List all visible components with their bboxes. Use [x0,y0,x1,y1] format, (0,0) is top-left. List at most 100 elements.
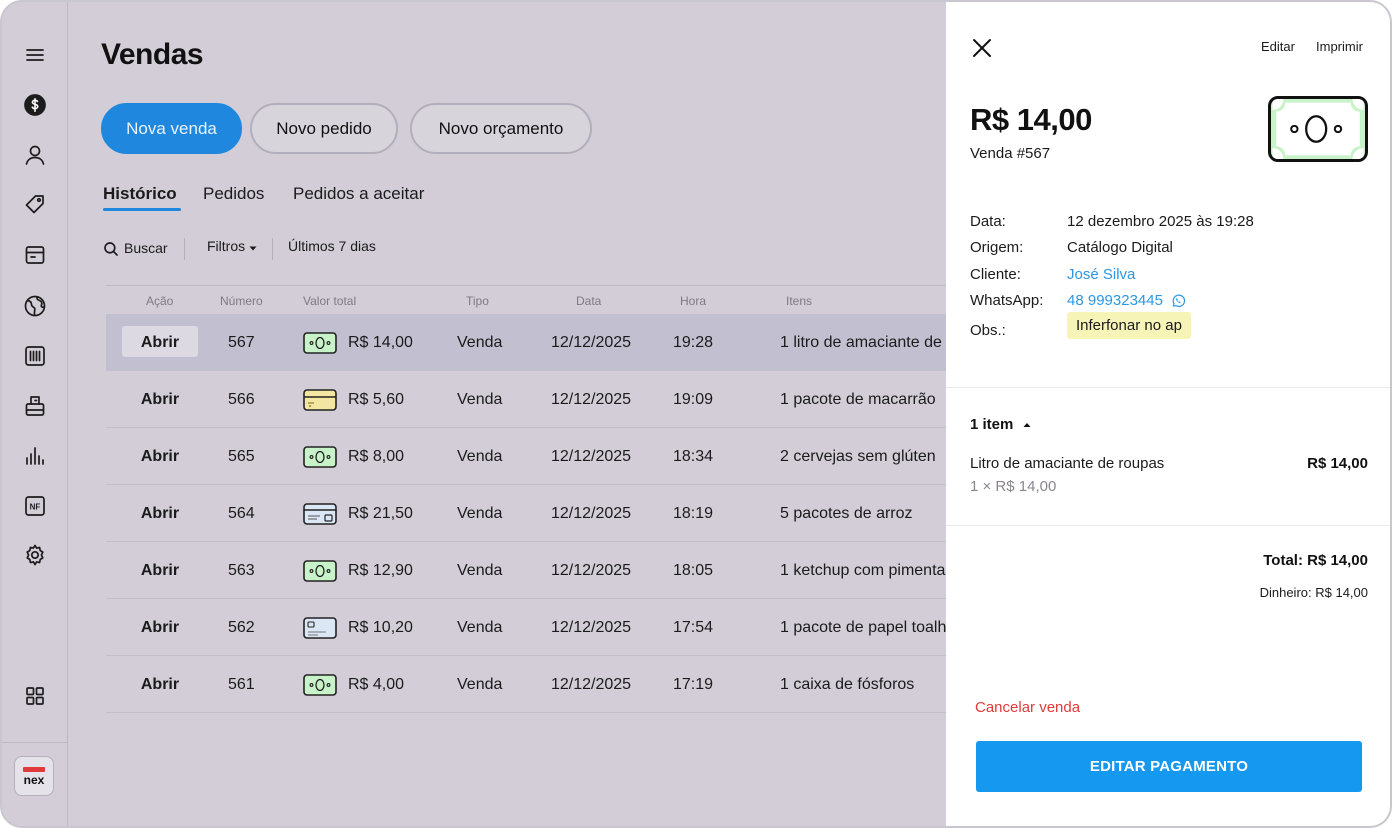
type-cell: Venda [457,333,503,351]
column-header-itens: Itens [786,294,813,308]
open-sale-button[interactable]: Abrir [122,314,198,371]
logo-text: nex [23,772,45,787]
table-row[interactable]: Abrir 563 R$ 12,90 Venda 12/12/2025 18:05 1 ke… [106,542,946,599]
sale-number-cell: 562 [228,618,255,636]
cash-payment-icon [1268,96,1368,162]
open-sale-button[interactable]: Abrir [122,599,198,656]
box-icon[interactable] [22,242,48,268]
main-content: Vendas Nova venda Novo pedido Novo orçam… [68,2,946,826]
caret-up-icon [1023,423,1031,427]
column-header-valor-total: Valor total [303,294,357,308]
value-cell: R$ 12,90 [348,561,413,579]
items-cell: 1 caixa de fósforos [780,675,915,693]
register-icon[interactable] [22,393,48,419]
table-row[interactable]: Abrir 564 R$ 21,50 Venda 12/12/2025 18:19 5 pa… [106,485,946,542]
new-order-button[interactable]: Novo pedido [250,103,398,154]
client-link[interactable]: José Silva [1067,266,1135,283]
items-count: 1 item [970,416,1014,433]
time-cell: 17:54 [673,618,714,636]
menu-icon[interactable] [22,42,48,68]
sale-number-cell: 564 [228,504,255,522]
open-sale-button[interactable]: Abrir [122,542,198,599]
voucher-card-icon [303,371,337,428]
open-sale-button[interactable]: Abrir [122,485,198,542]
cancel-sale-link[interactable]: Cancelar venda [975,699,1080,716]
open-sale-button[interactable]: Abrir [122,428,198,485]
dollar-icon[interactable] [22,92,48,118]
page-title: Vendas [101,38,204,71]
date-value: 12 dezembro 2025 às 19:28 [1067,213,1254,230]
chart-icon[interactable] [22,443,48,469]
edit-payment-button[interactable]: EDITAR PAGAMENTO [976,741,1362,792]
value-cell: R$ 5,60 [348,390,405,408]
print-link[interactable]: Imprimir [1316,39,1363,54]
value-cell: R$ 4,00 [348,675,405,693]
time-cell: 19:09 [673,390,714,408]
filters-label: Filtros [207,238,246,254]
new-quote-button[interactable]: Novo orçamento [410,103,592,154]
column-header-data: Data [576,294,602,308]
apps-icon[interactable] [22,683,48,709]
period-filter[interactable]: Últimos 7 dias [288,238,376,254]
sale-number-cell: 567 [228,333,255,351]
filters-dropdown[interactable]: Filtros [207,238,258,254]
globe-icon[interactable] [22,293,48,319]
client-label: Cliente: [970,266,1021,283]
sale-number: Venda #567 [970,145,1051,162]
date-label: Data: [970,213,1006,230]
active-tab-indicator [103,208,181,211]
items-cell: 1 pacote de papel toalh [780,618,946,636]
table-row[interactable]: Abrir 567 R$ 14,00 Venda 12/12/2025 19:28 1 li… [106,314,946,371]
caret-down-icon [249,246,257,250]
sale-number-cell: 565 [228,447,255,465]
items-toggle[interactable]: 1 item [970,416,1032,433]
new-sale-button[interactable]: Nova venda [101,103,242,154]
value-cell: R$ 10,20 [348,618,413,636]
sale-number-cell: 563 [228,561,255,579]
date-cell: 12/12/2025 [551,333,632,351]
table-row[interactable]: Abrir 561 R$ 4,00 Venda 12/12/2025 17:19 1 cai… [106,656,946,713]
edit-link[interactable]: Editar [1261,39,1295,54]
items-cell: 1 pacote de macarrão [780,390,936,408]
items-cell: 2 cervejas sem glúten [780,447,936,465]
type-cell: Venda [457,447,503,465]
sale-detail-panel: Editar Imprimir R$ 14,00 Venda #567 Data… [946,2,1390,826]
section-divider [946,387,1390,388]
obs-value: Inferfonar no ap [1067,312,1191,339]
table-header: Ação Número Valor total Tipo Data Hora I… [106,285,946,315]
type-cell: Venda [457,618,503,636]
close-icon[interactable] [970,36,994,60]
origin-value: Catálogo Digital [1067,239,1173,256]
type-cell: Venda [457,561,503,579]
user-icon[interactable] [22,142,48,168]
date-cell: 12/12/2025 [551,561,632,579]
open-sale-button[interactable]: Abrir [122,371,198,428]
tab-pedidos-a-aceitar[interactable]: Pedidos a aceitar [293,184,424,204]
whatsapp-number: 48 999323445 [1067,292,1163,309]
gear-icon[interactable] [22,542,48,568]
sale-total: Total: R$ 14,00 [1263,552,1368,569]
tab-historico[interactable]: Histórico [103,184,177,204]
brand-logo[interactable]: nex [14,756,54,796]
tag-icon[interactable] [22,192,48,218]
column-header-numero: Número [220,294,263,308]
filter-divider [272,238,273,260]
search-button[interactable]: Buscar [102,238,168,258]
date-cell: 12/12/2025 [551,504,632,522]
table-row[interactable]: Abrir 566 R$ 5,60 Venda 12/12/2025 19:09 1 pac… [106,371,946,428]
whatsapp-link[interactable]: 48 999323445 [1067,292,1186,309]
item-price: R$ 14,00 [1307,455,1368,472]
table-row[interactable]: Abrir 562 R$ 10,20 Venda 12/12/2025 17:54 1 pa… [106,599,946,656]
nf-icon[interactable]: NF [22,493,48,519]
tab-pedidos[interactable]: Pedidos [203,184,264,204]
items-cell: 1 litro de amaciante de [780,333,942,351]
cash-icon [303,656,337,713]
sidebar-divider [2,742,68,743]
sale-number-cell: 566 [228,390,255,408]
value-cell: R$ 21,50 [348,504,413,522]
table-row[interactable]: Abrir 565 R$ 8,00 Venda 12/12/2025 18:34 2 cer… [106,428,946,485]
open-sale-button[interactable]: Abrir [122,656,198,713]
barcode-icon[interactable] [22,343,48,369]
item-name: Litro de amaciante de roupas [970,455,1165,472]
cash-icon [303,314,337,371]
